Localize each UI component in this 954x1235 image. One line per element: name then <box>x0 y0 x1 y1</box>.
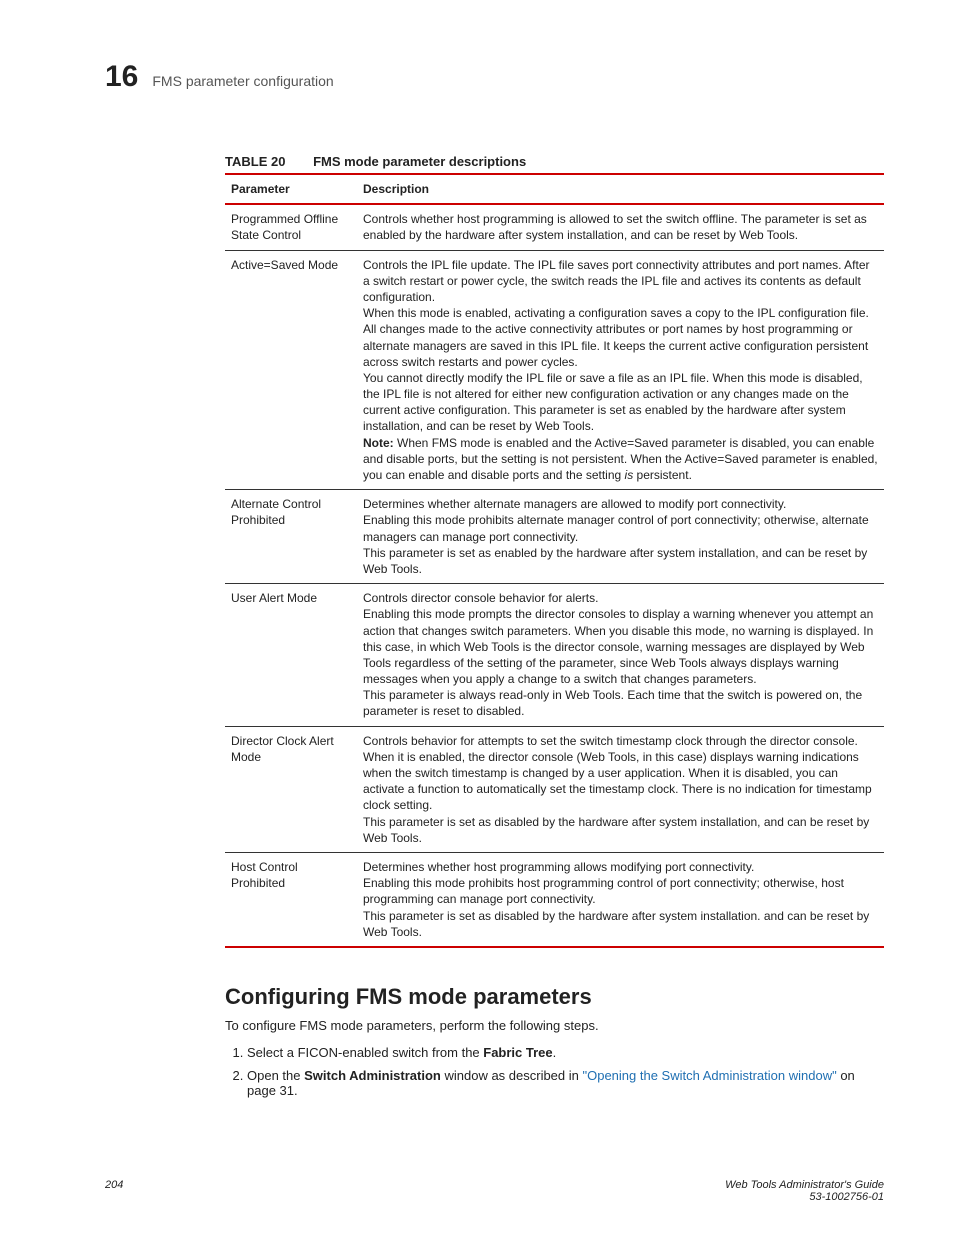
section-heading: Configuring FMS mode parameters <box>225 984 884 1010</box>
description-cell: Controls the IPL file update. The IPL fi… <box>357 250 884 490</box>
step2-bold: Switch Administration <box>304 1068 441 1083</box>
description-paragraph: Enabling this mode prompts the director … <box>363 606 878 687</box>
table-label: TABLE 20 <box>225 154 285 169</box>
step2-pre: Open the <box>247 1068 304 1083</box>
parameter-cell: Host Control Prohibited <box>225 852 357 946</box>
table-row: User Alert Mode Controls director console… <box>225 584 884 727</box>
page: 16 FMS parameter configuration TABLE 20 … <box>0 0 954 1235</box>
step-1: Select a FICON-enabled switch from the F… <box>247 1045 884 1060</box>
description-paragraph: Controls director console behavior for a… <box>363 590 878 606</box>
description-cell: Controls behavior for attempts to set th… <box>357 726 884 852</box>
step2-link[interactable]: "Opening the Switch Administration windo… <box>583 1068 837 1083</box>
chapter-title: FMS parameter configuration <box>152 73 333 89</box>
chapter-number: 16 <box>105 60 138 94</box>
description-paragraph: You cannot directly modify the IPL file … <box>363 370 878 435</box>
description-paragraph: Note: When FMS mode is enabled and the A… <box>363 435 878 484</box>
description-cell: Controls director console behavior for a… <box>357 584 884 727</box>
description-paragraph: When this mode is enabled, activating a … <box>363 305 878 370</box>
description-paragraph: Enabling this mode prohibits host progra… <box>363 875 878 907</box>
running-header: 16 FMS parameter configuration <box>105 60 884 94</box>
description-paragraph: Controls the IPL file update. The IPL fi… <box>363 257 878 306</box>
parameter-cell: Active=Saved Mode <box>225 250 357 490</box>
step-2: Open the Switch Administration window as… <box>247 1068 884 1098</box>
parameter-cell: User Alert Mode <box>225 584 357 727</box>
step2-mid: window as described in <box>441 1068 583 1083</box>
parameter-cell: Programmed Offline State Control <box>225 204 357 250</box>
step1-bold: Fabric Tree <box>483 1045 552 1060</box>
fms-params-table: Parameter Description Programmed Offline… <box>225 173 884 948</box>
description-cell: Determines whether host programming allo… <box>357 852 884 946</box>
page-footer: 204 Web Tools Administrator's Guide 53-1… <box>105 1179 884 1203</box>
description-paragraph: Controls whether host programming is all… <box>363 211 878 243</box>
parameter-cell: Director Clock Alert Mode <box>225 726 357 852</box>
col-description: Description <box>357 174 884 204</box>
col-parameter: Parameter <box>225 174 357 204</box>
table-row: Host Control Prohibited Determines whethe… <box>225 852 884 946</box>
description-paragraph: This parameter is set as disabled by the… <box>363 908 878 940</box>
description-cell: Controls whether host programming is all… <box>357 204 884 250</box>
footer-docnum: 53-1002756-01 <box>725 1191 884 1203</box>
table-row: Director Clock Alert Mode Controls behavi… <box>225 726 884 852</box>
table-row: Active=Saved ModeControls the IPL file u… <box>225 250 884 490</box>
table-row: Alternate Control Prohibited Determines w… <box>225 490 884 584</box>
footer-guide: Web Tools Administrator's Guide <box>725 1179 884 1191</box>
table-container: TABLE 20 FMS mode parameter descriptions… <box>225 154 884 948</box>
page-number: 204 <box>105 1179 123 1203</box>
section-intro: To configure FMS mode parameters, perfor… <box>225 1018 884 1033</box>
description-paragraph: This parameter is set as disabled by the… <box>363 814 878 846</box>
description-paragraph: This parameter is set as enabled by the … <box>363 545 878 577</box>
step1-post: . <box>553 1045 557 1060</box>
table-caption: TABLE 20 FMS mode parameter descriptions <box>225 154 884 169</box>
description-paragraph: Determines whether alternate managers ar… <box>363 496 878 512</box>
steps-list: Select a FICON-enabled switch from the F… <box>225 1045 884 1098</box>
description-cell: Determines whether alternate managers ar… <box>357 490 884 584</box>
description-paragraph: When it is enabled, the director console… <box>363 749 878 814</box>
description-paragraph: This parameter is always read-only in We… <box>363 687 878 719</box>
description-paragraph: Controls behavior for attempts to set th… <box>363 733 878 749</box>
description-paragraph: Determines whether host programming allo… <box>363 859 878 875</box>
emphasis: is <box>625 468 634 482</box>
note-label: Note: <box>363 436 394 450</box>
parameter-cell: Alternate Control Prohibited <box>225 490 357 584</box>
table-row: Programmed Offline State ControlControls… <box>225 204 884 250</box>
description-paragraph: Enabling this mode prohibits alternate m… <box>363 512 878 544</box>
table-title: FMS mode parameter descriptions <box>313 154 526 169</box>
step1-pre: Select a FICON-enabled switch from the <box>247 1045 483 1060</box>
